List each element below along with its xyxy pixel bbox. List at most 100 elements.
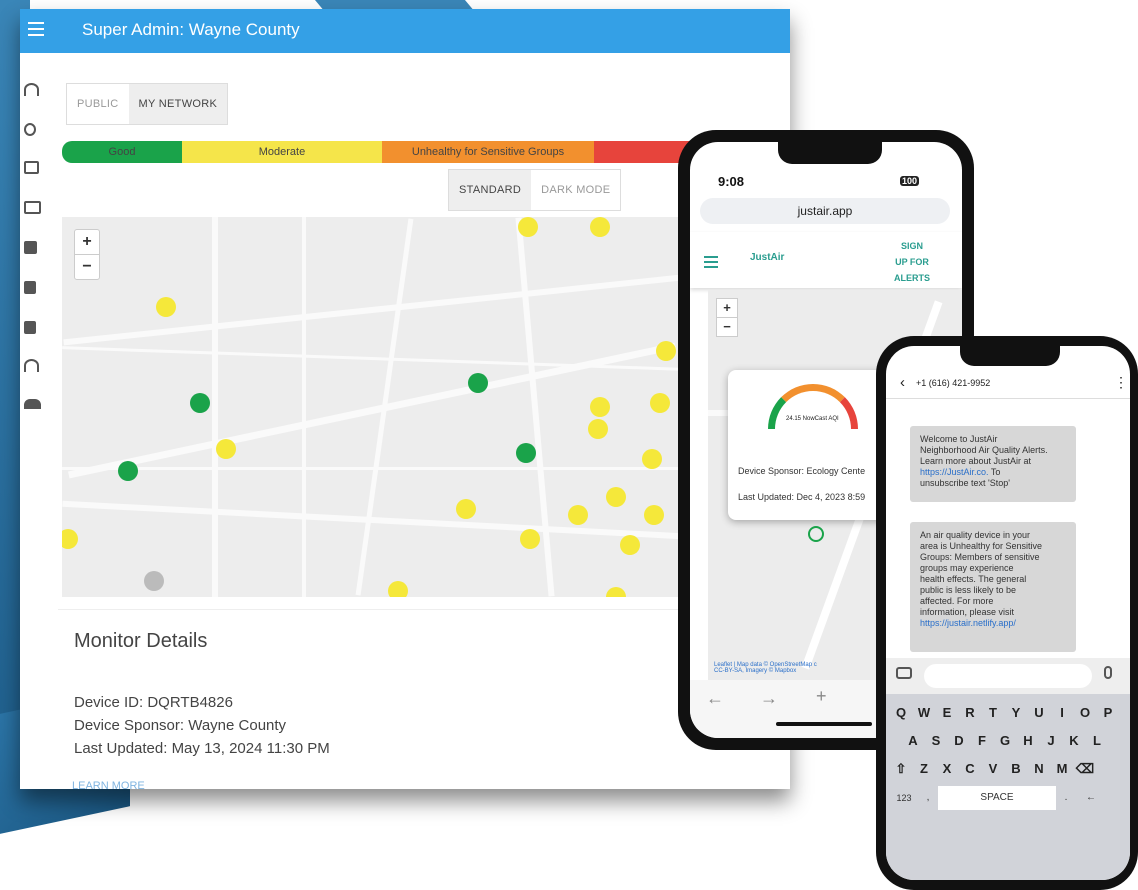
key[interactable]: B: [1005, 758, 1027, 780]
key[interactable]: W: [913, 702, 935, 724]
document-icon[interactable]: [24, 281, 36, 294]
monitor-marker[interactable]: [650, 393, 670, 413]
key[interactable]: Z: [913, 758, 935, 780]
book-icon[interactable]: [24, 321, 36, 334]
zoom-out-button[interactable]: −: [717, 317, 737, 336]
network-view-toggle: PUBLIC MY NETWORK: [66, 83, 229, 125]
monitor-marker[interactable]: [118, 461, 138, 481]
gauge-label: 24.15 NowCast AQI: [786, 416, 839, 422]
key[interactable]: M: [1051, 758, 1073, 780]
key[interactable]: S: [925, 730, 947, 752]
air-quality-map[interactable]: + −: [62, 217, 682, 597]
monitor-marker[interactable]: [590, 217, 610, 237]
microphone-icon[interactable]: [1104, 666, 1112, 679]
hamburger-menu-icon[interactable]: [28, 22, 44, 38]
key[interactable]: Q: [890, 702, 912, 724]
key[interactable]: E: [936, 702, 958, 724]
monitor-marker[interactable]: [468, 373, 488, 393]
devices-icon[interactable]: [24, 201, 41, 214]
justair-link[interactable]: https://JustAir.co.: [920, 467, 989, 477]
signal-icon[interactable]: [24, 359, 39, 372]
key[interactable]: A: [902, 730, 924, 752]
aqi-legend-bar: Good Moderate Unhealthy for Sensitive Gr…: [62, 141, 702, 163]
key[interactable]: T: [982, 702, 1004, 724]
key[interactable]: D: [948, 730, 970, 752]
key[interactable]: K: [1063, 730, 1085, 752]
key[interactable]: C: [959, 758, 981, 780]
monitor-marker[interactable]: [588, 419, 608, 439]
key[interactable]: N: [1028, 758, 1050, 780]
image-icon[interactable]: [24, 241, 37, 254]
key[interactable]: F: [971, 730, 993, 752]
browser-url-bar[interactable]: justair.app: [700, 198, 950, 224]
learn-more-link[interactable]: LEARN MORE: [72, 780, 145, 789]
monitor-marker[interactable]: [568, 505, 588, 525]
monitor-marker[interactable]: [388, 581, 408, 597]
location-pin-icon[interactable]: [144, 571, 164, 591]
phone-messages-screen: ‹ +1 (616) 421-9952 ⋮ Welcome to JustAir…: [886, 346, 1130, 880]
shift-key-icon[interactable]: ⇧: [890, 758, 912, 780]
more-options-icon[interactable]: ⋮: [1114, 374, 1128, 391]
monitor-marker[interactable]: [656, 341, 676, 361]
monitor-marker[interactable]: [642, 449, 662, 469]
dashboard-window: Super Admin: Wayne County PUBLIC MY NETW…: [20, 9, 790, 789]
monitor-marker[interactable]: [620, 535, 640, 555]
monitor-marker[interactable]: [216, 439, 236, 459]
tab-standard[interactable]: STANDARD: [449, 170, 532, 210]
key[interactable]: J: [1040, 730, 1062, 752]
forward-arrow-icon[interactable]: →: [760, 688, 778, 709]
numbers-key[interactable]: 123: [890, 786, 918, 810]
monitor-marker[interactable]: [518, 217, 538, 237]
monitor-marker[interactable]: [520, 529, 540, 549]
key[interactable]: U: [1028, 702, 1050, 724]
key[interactable]: H: [1017, 730, 1039, 752]
key[interactable]: O: [1074, 702, 1096, 724]
message-bubble: Welcome to JustAir Neighborhood Air Qual…: [910, 426, 1076, 502]
monitor-marker[interactable]: [606, 587, 626, 597]
key[interactable]: R: [959, 702, 981, 724]
sensor-icon[interactable]: [24, 123, 36, 136]
monitor-details-card: Monitor Details Device ID: DQRTB4826 Dev…: [58, 609, 778, 789]
people-icon[interactable]: [24, 399, 41, 409]
enter-key-icon[interactable]: ←: [1076, 786, 1106, 810]
zoom-out-button[interactable]: −: [75, 254, 99, 279]
key[interactable]: P: [1097, 702, 1119, 724]
back-icon[interactable]: ‹: [900, 374, 905, 391]
monitor-marker[interactable]: [606, 487, 626, 507]
back-arrow-icon[interactable]: ←: [706, 688, 724, 709]
zoom-in-button[interactable]: +: [75, 230, 99, 254]
tab-public[interactable]: PUBLIC: [67, 84, 129, 124]
monitor-marker[interactable]: [456, 499, 476, 519]
tab-dark-mode[interactable]: DARK MODE: [531, 170, 620, 210]
key[interactable]: X: [936, 758, 958, 780]
signup-alerts-link[interactable]: SIGN UP FOR ALERTS: [894, 238, 930, 286]
phone-notch: [778, 142, 882, 164]
monitor-marker[interactable]: [590, 397, 610, 417]
comma-key[interactable]: ,: [918, 786, 938, 810]
zoom-in-button[interactable]: +: [717, 299, 737, 317]
monitor-marker[interactable]: [808, 526, 824, 542]
home-indicator: [776, 722, 872, 726]
wifi-icon[interactable]: [24, 83, 39, 96]
menu-icon[interactable]: [704, 256, 718, 268]
key[interactable]: V: [982, 758, 1004, 780]
camera-icon[interactable]: [896, 667, 912, 679]
message-input[interactable]: [924, 664, 1092, 688]
key[interactable]: Y: [1005, 702, 1027, 724]
monitor-marker[interactable]: [644, 505, 664, 525]
monitor-marker[interactable]: [516, 443, 536, 463]
tab-my-network[interactable]: MY NETWORK: [128, 84, 228, 124]
new-tab-icon[interactable]: +: [816, 686, 827, 707]
monitor-marker[interactable]: [156, 297, 176, 317]
monitor-marker[interactable]: [190, 393, 210, 413]
netlify-link[interactable]: https://justair.netlify.app/: [920, 618, 1016, 628]
key[interactable]: L: [1086, 730, 1108, 752]
message-icon[interactable]: [24, 161, 39, 174]
aqi-unhealthy-sensitive: Unhealthy for Sensitive Groups: [382, 141, 594, 163]
key[interactable]: I: [1051, 702, 1073, 724]
monitor-marker[interactable]: [62, 529, 78, 549]
key[interactable]: G: [994, 730, 1016, 752]
backspace-key-icon[interactable]: ⌫: [1074, 758, 1096, 780]
period-key[interactable]: .: [1056, 786, 1076, 810]
space-key[interactable]: SPACE: [938, 786, 1056, 810]
